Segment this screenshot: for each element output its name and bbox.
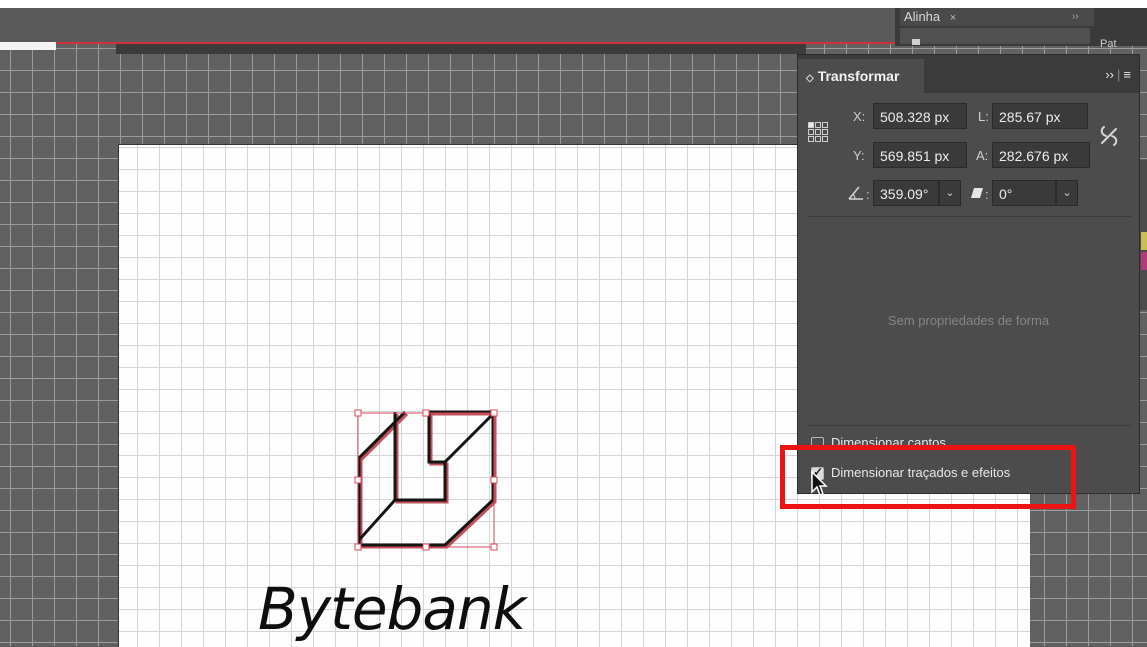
- rotate-icon: [848, 186, 863, 200]
- panel-title: Transformar: [817, 68, 900, 84]
- tab-align[interactable]: Alinha × ››: [900, 8, 1094, 26]
- document-tab-stub[interactable]: [0, 42, 56, 50]
- expand-panel-icon[interactable]: ››: [1105, 67, 1114, 82]
- rotate-colon: :: [866, 187, 870, 202]
- selection-handle: [490, 543, 498, 551]
- shear-icon: [971, 188, 983, 198]
- expand-icon[interactable]: ››: [1072, 8, 1079, 26]
- selection-handle: [354, 409, 362, 417]
- reference-point-icon[interactable]: [808, 122, 828, 146]
- selection-handle: [354, 476, 362, 484]
- divider: [808, 425, 1131, 426]
- collapse-icon[interactable]: ◇: [806, 73, 814, 84]
- divider: [808, 216, 1131, 217]
- no-shape-properties-text: Sem propriedades de forma: [887, 313, 1050, 328]
- bytebank-logo[interactable]: [345, 400, 515, 560]
- control-bar: [0, 8, 895, 42]
- tab-transform[interactable]: ◇ Transformar: [798, 59, 924, 93]
- swatch-yellow[interactable]: [1141, 232, 1147, 250]
- height-field[interactable]: 282.676 px: [992, 142, 1090, 168]
- chevron-down-icon[interactable]: ⌄: [939, 180, 961, 206]
- rotate-field[interactable]: 359.09°: [873, 180, 939, 206]
- y-label: Y:: [853, 148, 865, 163]
- canvas-top-shadow: [116, 44, 806, 54]
- x-position-field[interactable]: 508.328 px: [873, 103, 967, 129]
- x-label: X:: [853, 109, 866, 124]
- align-panel-body: [900, 28, 1090, 44]
- selection-handle: [422, 543, 430, 551]
- chevron-down-icon[interactable]: ⌄: [1056, 180, 1078, 206]
- selection-handle: [490, 476, 498, 484]
- width-label: L:: [978, 109, 989, 124]
- panel-menu-group: ›› | ≡: [1105, 67, 1131, 82]
- transform-panel: ◇ Transformar ›› | ≡ X: 508.328 px L: 285.6…: [797, 54, 1140, 494]
- selection-handle: [354, 543, 362, 551]
- selection-handle: [422, 409, 430, 417]
- swatch-magenta[interactable]: [1141, 252, 1147, 270]
- constrain-proportions-icon[interactable]: [1098, 123, 1120, 149]
- brand-wordmark[interactable]: Bytebank: [258, 580, 526, 638]
- y-position-field[interactable]: 569.851 px: [873, 142, 967, 168]
- tab-pathfinder[interactable]: Pat: [1100, 38, 1117, 50]
- close-icon[interactable]: ×: [950, 12, 956, 24]
- panel-menu-icon[interactable]: ≡: [1123, 67, 1131, 82]
- height-label: A:: [976, 148, 989, 163]
- window-top-strip: [0, 0, 1147, 8]
- tab-align-label: Alinha: [904, 9, 941, 24]
- selection-handle: [490, 409, 498, 417]
- width-field[interactable]: 285.67 px: [992, 103, 1088, 129]
- mouse-pointer-icon: [811, 470, 828, 496]
- align-icon[interactable]: [912, 39, 920, 45]
- shear-field[interactable]: 0°: [992, 180, 1056, 206]
- shear-colon: :: [985, 187, 989, 202]
